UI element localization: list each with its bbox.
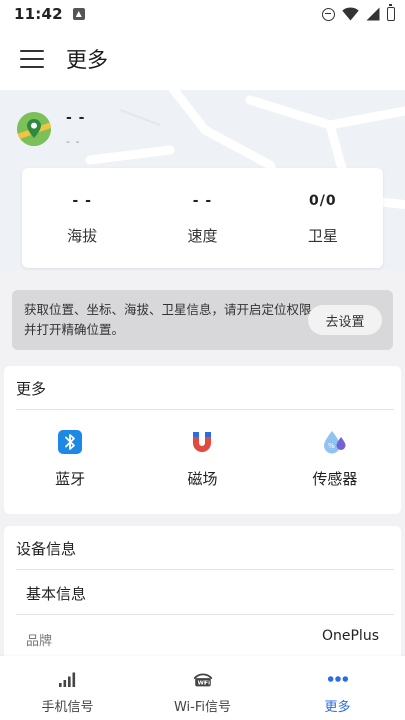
speed-value: - - (192, 193, 213, 209)
speed-label: 速度 (187, 227, 218, 245)
bluetooth-icon (56, 428, 84, 456)
battery-icon (387, 4, 395, 21)
cell-signal-icon (366, 7, 380, 21)
tool-sensors-label: 传感器 (312, 470, 358, 488)
bottom-navigation: 手机信号 Wi Fi Wi-Fi信号 更多 (0, 656, 405, 720)
tool-magnetic-field[interactable]: 磁场 (136, 428, 268, 498)
location-permission-banner: 获取位置、坐标、海拔、卫星信息，请开启定位权限并打开精确位置。 去设置 (12, 290, 393, 350)
menu-icon[interactable] (20, 50, 44, 68)
status-bar: 11:42 (0, 0, 405, 28)
altitude-label: 海拔 (67, 227, 98, 245)
sensor-icon: % (321, 428, 349, 456)
tool-bluetooth-label: 蓝牙 (55, 470, 86, 488)
more-tools-card: 更多 蓝牙 磁场 % 传感器 (4, 366, 401, 514)
nav-item-mobile-signal[interactable]: 手机信号 (0, 656, 135, 720)
app-bar: 更多 (0, 28, 405, 90)
gps-stats-card: - - 海拔 - - 速度 0/0 卫星 (22, 168, 383, 268)
tool-bluetooth[interactable]: 蓝牙 (4, 428, 136, 498)
page-title: 更多 (66, 48, 108, 72)
device-info-card: 设备信息 基本信息 品牌 OnePlus (4, 526, 401, 666)
nav-item-wifi-signal[interactable]: Wi Fi Wi-Fi信号 (135, 656, 270, 720)
more-dots-icon (327, 669, 349, 689)
satellite-stat: 0/0 卫星 (263, 168, 383, 268)
wifi-status-icon (342, 7, 359, 21)
wifi-badge-icon: Wi Fi (192, 669, 214, 689)
tool-sensors[interactable]: % 传感器 (269, 428, 401, 498)
device-info-title: 设备信息 (16, 540, 77, 558)
speed-stat: - - 速度 (142, 168, 262, 268)
svg-text:Fi: Fi (204, 681, 210, 687)
more-section-title: 更多 (16, 380, 47, 398)
divider (16, 569, 394, 570)
permission-message: 获取位置、坐标、海拔、卫星信息，请开启定位权限并打开精确位置。 (24, 302, 312, 337)
brand-label: 品牌 (26, 634, 53, 649)
altitude-stat: - - 海拔 (22, 168, 142, 268)
location-subtitle: - - (66, 135, 81, 148)
status-time: 11:42 (14, 5, 63, 23)
altitude-value: - - (72, 193, 92, 209)
tools-grid: 蓝牙 磁场 % 传感器 (4, 428, 401, 498)
nav-label-mobile-signal: 手机信号 (41, 700, 94, 715)
nav-label-wifi-signal: Wi-Fi信号 (173, 700, 231, 715)
divider (16, 614, 394, 615)
svg-text:%: % (328, 442, 335, 450)
magnet-icon (188, 428, 216, 456)
notification-app-icon (72, 8, 85, 20)
signal-bars-icon (57, 669, 79, 689)
location-app-logo (17, 112, 51, 146)
basic-info-row[interactable]: 基本信息 (26, 583, 86, 604)
satellite-value: 0/0 (309, 193, 337, 209)
divider (16, 409, 394, 410)
brand-value: OnePlus (321, 628, 379, 644)
nav-label-more: 更多 (324, 700, 351, 715)
go-settings-button[interactable]: 去设置 (308, 305, 382, 335)
location-title: - - (66, 110, 86, 126)
nav-item-more[interactable]: 更多 (270, 656, 405, 720)
status-icons (322, 4, 395, 21)
tool-magnetic-label: 磁场 (187, 470, 218, 488)
satellite-label: 卫星 (307, 227, 338, 245)
do-not-disturb-icon (322, 7, 335, 21)
